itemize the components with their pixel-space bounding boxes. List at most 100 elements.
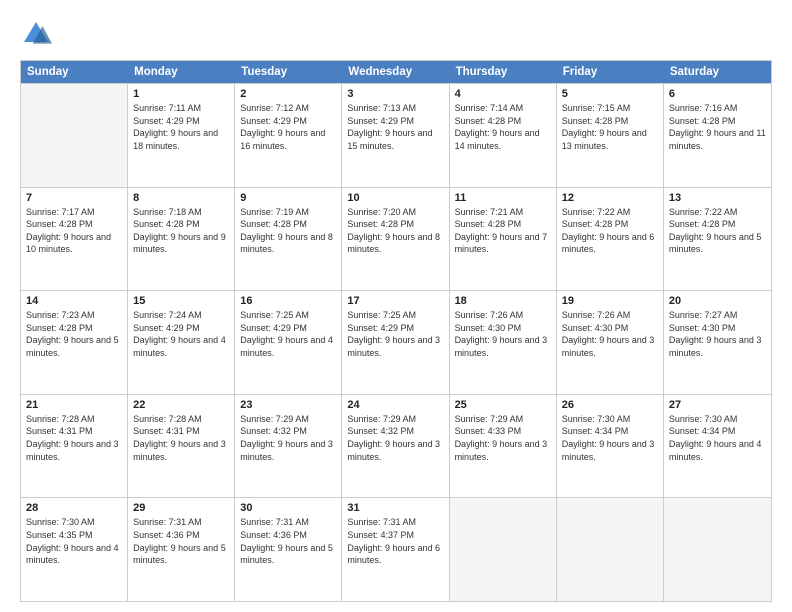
day-info: Sunrise: 7:29 AMSunset: 4:32 PMDaylight:…: [347, 413, 443, 463]
calendar-cell: 31 Sunrise: 7:31 AMSunset: 4:37 PMDayligh…: [342, 498, 449, 601]
day-info: Sunrise: 7:21 AMSunset: 4:28 PMDaylight:…: [455, 206, 551, 256]
day-number: 15: [133, 295, 229, 307]
day-number: 21: [26, 399, 122, 411]
calendar-cell: 27 Sunrise: 7:30 AMSunset: 4:34 PMDayligh…: [664, 395, 771, 498]
day-number: 22: [133, 399, 229, 411]
day-info: Sunrise: 7:17 AMSunset: 4:28 PMDaylight:…: [26, 206, 122, 256]
calendar-cell: 21 Sunrise: 7:28 AMSunset: 4:31 PMDayligh…: [21, 395, 128, 498]
day-info: Sunrise: 7:22 AMSunset: 4:28 PMDaylight:…: [562, 206, 658, 256]
calendar-cell: [557, 498, 664, 601]
day-number: 8: [133, 192, 229, 204]
day-number: 20: [669, 295, 766, 307]
day-info: Sunrise: 7:30 AMSunset: 4:35 PMDaylight:…: [26, 516, 122, 566]
page: SundayMondayTuesdayWednesdayThursdayFrid…: [0, 0, 792, 612]
calendar-cell: 3 Sunrise: 7:13 AMSunset: 4:29 PMDaylight…: [342, 84, 449, 187]
day-info: Sunrise: 7:23 AMSunset: 4:28 PMDaylight:…: [26, 309, 122, 359]
day-info: Sunrise: 7:26 AMSunset: 4:30 PMDaylight:…: [562, 309, 658, 359]
day-info: Sunrise: 7:28 AMSunset: 4:31 PMDaylight:…: [26, 413, 122, 463]
day-number: 27: [669, 399, 766, 411]
calendar-cell: 7 Sunrise: 7:17 AMSunset: 4:28 PMDaylight…: [21, 188, 128, 291]
logo-icon: [20, 18, 52, 50]
day-info: Sunrise: 7:30 AMSunset: 4:34 PMDaylight:…: [562, 413, 658, 463]
calendar-cell: 10 Sunrise: 7:20 AMSunset: 4:28 PMDayligh…: [342, 188, 449, 291]
calendar-cell: 11 Sunrise: 7:21 AMSunset: 4:28 PMDayligh…: [450, 188, 557, 291]
day-info: Sunrise: 7:16 AMSunset: 4:28 PMDaylight:…: [669, 102, 766, 152]
calendar-cell: 16Sunrise: 7:25 AMSunset: 4:29 PMDayligh…: [235, 291, 342, 394]
day-number: 5: [562, 88, 658, 100]
day-number: 18: [455, 295, 551, 307]
day-info: Sunrise: 7:19 AMSunset: 4:28 PMDaylight:…: [240, 206, 336, 256]
day-info: Sunrise: 7:18 AMSunset: 4:28 PMDaylight:…: [133, 206, 229, 256]
day-number: 23: [240, 399, 336, 411]
day-number: 14: [26, 295, 122, 307]
calendar-cell: 5 Sunrise: 7:15 AMSunset: 4:28 PMDaylight…: [557, 84, 664, 187]
calendar-cell: [21, 84, 128, 187]
day-info: Sunrise: 7:31 AMSunset: 4:36 PMDaylight:…: [133, 516, 229, 566]
day-info: Sunrise: 7:29 AMSunset: 4:32 PMDaylight:…: [240, 413, 336, 463]
day-number: 30: [240, 502, 336, 514]
day-info: Sunrise: 7:15 AMSunset: 4:28 PMDaylight:…: [562, 102, 658, 152]
calendar-cell: 25 Sunrise: 7:29 AMSunset: 4:33 PMDayligh…: [450, 395, 557, 498]
day-number: 3: [347, 88, 443, 100]
header-day-sunday: Sunday: [21, 61, 128, 83]
calendar-row-0: 1Sunrise: 7:11 AMSunset: 4:29 PMDaylight…: [21, 83, 771, 187]
day-number: 13: [669, 192, 766, 204]
day-number: 2: [240, 88, 336, 100]
day-info: Sunrise: 7:29 AMSunset: 4:33 PMDaylight:…: [455, 413, 551, 463]
calendar-cell: 1Sunrise: 7:11 AMSunset: 4:29 PMDaylight…: [128, 84, 235, 187]
calendar-cell: 29 Sunrise: 7:31 AMSunset: 4:36 PMDayligh…: [128, 498, 235, 601]
calendar-cell: 12Sunrise: 7:22 AMSunset: 4:28 PMDayligh…: [557, 188, 664, 291]
header-day-thursday: Thursday: [450, 61, 557, 83]
day-info: Sunrise: 7:11 AMSunset: 4:29 PMDaylight:…: [133, 102, 229, 152]
day-number: 17: [347, 295, 443, 307]
day-number: 11: [455, 192, 551, 204]
day-number: 29: [133, 502, 229, 514]
header: [20, 18, 772, 50]
day-info: Sunrise: 7:25 AMSunset: 4:29 PMDaylight:…: [240, 309, 336, 359]
day-number: 6: [669, 88, 766, 100]
calendar-cell: 13 Sunrise: 7:22 AMSunset: 4:28 PMDayligh…: [664, 188, 771, 291]
header-day-friday: Friday: [557, 61, 664, 83]
calendar-body: 1Sunrise: 7:11 AMSunset: 4:29 PMDaylight…: [21, 83, 771, 601]
calendar-cell: 14 Sunrise: 7:23 AMSunset: 4:28 PMDayligh…: [21, 291, 128, 394]
day-info: Sunrise: 7:25 AMSunset: 4:29 PMDaylight:…: [347, 309, 443, 359]
header-day-wednesday: Wednesday: [342, 61, 449, 83]
calendar-cell: 24Sunrise: 7:29 AMSunset: 4:32 PMDayligh…: [342, 395, 449, 498]
calendar-row-3: 21 Sunrise: 7:28 AMSunset: 4:31 PMDayligh…: [21, 394, 771, 498]
calendar-cell: 2 Sunrise: 7:12 AMSunset: 4:29 PMDaylight…: [235, 84, 342, 187]
calendar-cell: 9 Sunrise: 7:19 AMSunset: 4:28 PMDaylight…: [235, 188, 342, 291]
day-info: Sunrise: 7:14 AMSunset: 4:28 PMDaylight:…: [455, 102, 551, 152]
day-info: Sunrise: 7:24 AMSunset: 4:29 PMDaylight:…: [133, 309, 229, 359]
calendar-cell: 30 Sunrise: 7:31 AMSunset: 4:36 PMDayligh…: [235, 498, 342, 601]
calendar-cell: 22 Sunrise: 7:28 AMSunset: 4:31 PMDayligh…: [128, 395, 235, 498]
header-day-tuesday: Tuesday: [235, 61, 342, 83]
day-number: 10: [347, 192, 443, 204]
day-number: 9: [240, 192, 336, 204]
day-number: 26: [562, 399, 658, 411]
day-number: 25: [455, 399, 551, 411]
calendar-row-4: 28Sunrise: 7:30 AMSunset: 4:35 PMDayligh…: [21, 497, 771, 601]
day-info: Sunrise: 7:30 AMSunset: 4:34 PMDaylight:…: [669, 413, 766, 463]
day-number: 19: [562, 295, 658, 307]
calendar-cell: 26 Sunrise: 7:30 AMSunset: 4:34 PMDayligh…: [557, 395, 664, 498]
day-info: Sunrise: 7:12 AMSunset: 4:29 PMDaylight:…: [240, 102, 336, 152]
calendar-cell: [450, 498, 557, 601]
day-info: Sunrise: 7:26 AMSunset: 4:30 PMDaylight:…: [455, 309, 551, 359]
calendar-cell: 23 Sunrise: 7:29 AMSunset: 4:32 PMDayligh…: [235, 395, 342, 498]
header-day-saturday: Saturday: [664, 61, 771, 83]
calendar-header: SundayMondayTuesdayWednesdayThursdayFrid…: [21, 61, 771, 83]
calendar-cell: [664, 498, 771, 601]
day-number: 31: [347, 502, 443, 514]
day-number: 7: [26, 192, 122, 204]
calendar-cell: 20Sunrise: 7:27 AMSunset: 4:30 PMDayligh…: [664, 291, 771, 394]
logo: [20, 18, 56, 50]
calendar-cell: 17 Sunrise: 7:25 AMSunset: 4:29 PMDayligh…: [342, 291, 449, 394]
calendar-row-1: 7 Sunrise: 7:17 AMSunset: 4:28 PMDaylight…: [21, 187, 771, 291]
calendar-cell: 4Sunrise: 7:14 AMSunset: 4:28 PMDaylight…: [450, 84, 557, 187]
day-info: Sunrise: 7:31 AMSunset: 4:36 PMDaylight:…: [240, 516, 336, 566]
day-info: Sunrise: 7:22 AMSunset: 4:28 PMDaylight:…: [669, 206, 766, 256]
day-info: Sunrise: 7:20 AMSunset: 4:28 PMDaylight:…: [347, 206, 443, 256]
day-info: Sunrise: 7:31 AMSunset: 4:37 PMDaylight:…: [347, 516, 443, 566]
day-info: Sunrise: 7:13 AMSunset: 4:29 PMDaylight:…: [347, 102, 443, 152]
day-info: Sunrise: 7:28 AMSunset: 4:31 PMDaylight:…: [133, 413, 229, 463]
